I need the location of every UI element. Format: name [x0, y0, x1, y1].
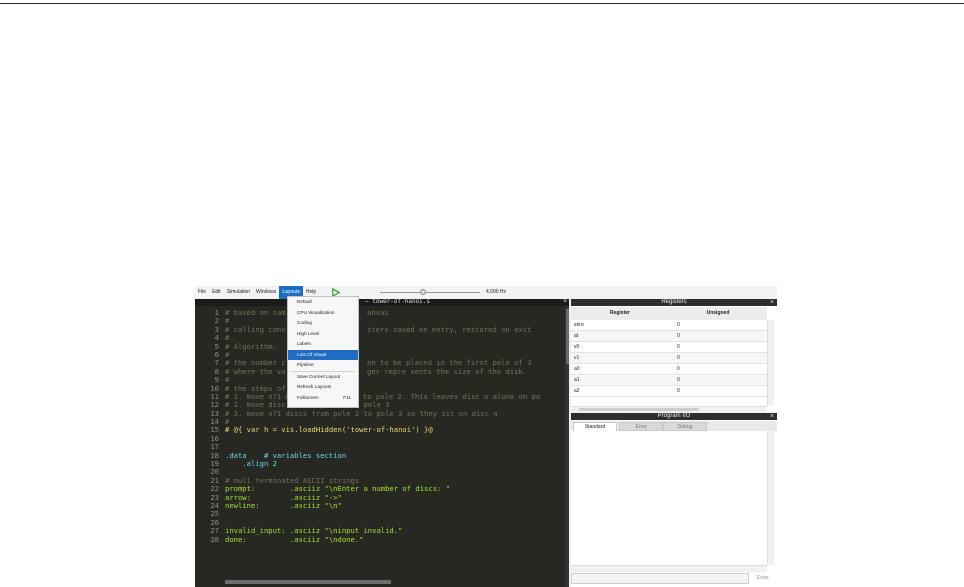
close-icon[interactable]: × [563, 298, 567, 306]
table-row[interactable]: a2 0 [571, 386, 767, 397]
layout-option-pipeline[interactable]: Pipeline [288, 360, 358, 371]
code-line: 3 # calling conv sters saved on entry, res… [214, 324, 532, 334]
code-line-tail: sters saved on entry, restored on exit [367, 324, 532, 334]
table-row[interactable]: a1 0 [571, 375, 767, 386]
menu-windows[interactable]: Windows [253, 286, 279, 299]
io-input-field[interactable] [571, 573, 749, 584]
clock-speed-slider[interactable] [380, 292, 480, 293]
layout-option-coding[interactable]: Coding [288, 318, 358, 329]
top-divider [0, 3, 964, 4]
table-row[interactable]: v1 0 [571, 353, 767, 364]
code-line: 25 [210, 509, 219, 519]
clock-speed-label: 4,000 Hz [486, 289, 507, 295]
io-tab-bar: Standard Error Debug [571, 421, 777, 431]
code-line: 13 # 3. move n?1 discs from pole 2 to pol… [210, 408, 498, 418]
registers-panel: Registers × Register Unsigned zero 0 at 0 … [571, 299, 777, 413]
editor-horizontal-scrollbar[interactable] [225, 580, 391, 584]
tab-error[interactable]: Error [619, 422, 663, 431]
enter-button[interactable]: Enter [752, 573, 774, 584]
registers-horizontal-scrollbar[interactable] [571, 406, 767, 413]
registers-vertical-scrollbar[interactable] [767, 320, 774, 406]
layouts-dropdown-menu: Default CPU Visualization Coding High Le… [287, 296, 359, 408]
code-line: 16 [210, 433, 219, 443]
table-row[interactable]: at 0 [571, 331, 767, 342]
clock-speed-handle[interactable] [420, 289, 426, 295]
code-line: 19 .align 2 [210, 459, 277, 469]
layout-option-default[interactable]: Default [288, 297, 358, 308]
close-icon[interactable]: × [770, 413, 774, 420]
code-line: 5 # Algorithm: [214, 341, 277, 351]
save-current-layout-item[interactable]: Save Current Layout [288, 372, 358, 383]
editor-scroll-thumb[interactable] [566, 309, 569, 364]
table-row[interactable]: a0 0 [571, 364, 767, 375]
tab-standard[interactable]: Standard [573, 422, 617, 431]
registers-title: Registers [571, 299, 777, 306]
program-io-panel: Program I/O × Standard Error Debug Enter [571, 413, 777, 587]
code-line: 24 newline: .asciiz "\n" [210, 500, 342, 510]
code-line-tail: anvas [367, 308, 389, 317]
fullscreen-item[interactable]: Fullscreen F11 [288, 393, 358, 404]
code-editor[interactable]: – tower-of-hanoi.s × 1 # based on sam anva… [195, 298, 569, 587]
editor-title-bar: – tower-of-hanoi.s × [195, 298, 569, 306]
code-line: 8 # where the va ger repre sents the size … [214, 366, 528, 376]
refresh-layouts-item[interactable]: Refresh Layouts [288, 382, 358, 393]
scroll-thumb[interactable] [579, 408, 699, 411]
tab-debug[interactable]: Debug [663, 422, 707, 431]
program-io-title: Program I/O [571, 413, 777, 420]
table-row[interactable]: zero 0 [571, 320, 767, 331]
code-line: 1 # based on sam anvas [214, 308, 389, 317]
layout-option-cpu-visualization[interactable]: CPU Visualization [288, 308, 358, 319]
column-header-unsigned[interactable]: Unsigned [669, 307, 767, 320]
layout-option-high-level[interactable]: High Level [288, 329, 358, 340]
io-horizontal-scrollbar[interactable] [571, 565, 767, 572]
fullscreen-label: Fullscreen [297, 394, 319, 400]
menu-file[interactable]: File [195, 286, 209, 299]
code-line: 28 done: .asciiz "\ndone." [210, 534, 364, 544]
table-row[interactable]: v0 0 [571, 342, 767, 353]
code-line-tail: ger repre sents the size of the disk. [367, 366, 528, 376]
close-icon[interactable]: × [770, 299, 774, 306]
editor-file-title: – tower-of-hanoi.s [365, 298, 431, 305]
layout-option-labels[interactable]: Labels [288, 339, 358, 350]
layout-option-lots-of-visual[interactable]: Lots Of Visual [288, 349, 358, 360]
menu-simulation[interactable]: Simulation [224, 286, 253, 299]
menu-edit[interactable]: Edit [209, 286, 224, 299]
code-area[interactable]: 1 # based on sam anvas 2 # 3 # calling conv s… [195, 308, 565, 544]
io-vertical-scrollbar[interactable] [767, 431, 774, 565]
fullscreen-shortcut: F11 [343, 394, 351, 400]
code-line: 15 # @{ var h = vis.loadHidden('tower-of-… [210, 425, 433, 435]
column-header-register[interactable]: Register [571, 307, 669, 320]
simulator-window: File Edit Simulation Windows Layouts Hel… [195, 286, 777, 587]
